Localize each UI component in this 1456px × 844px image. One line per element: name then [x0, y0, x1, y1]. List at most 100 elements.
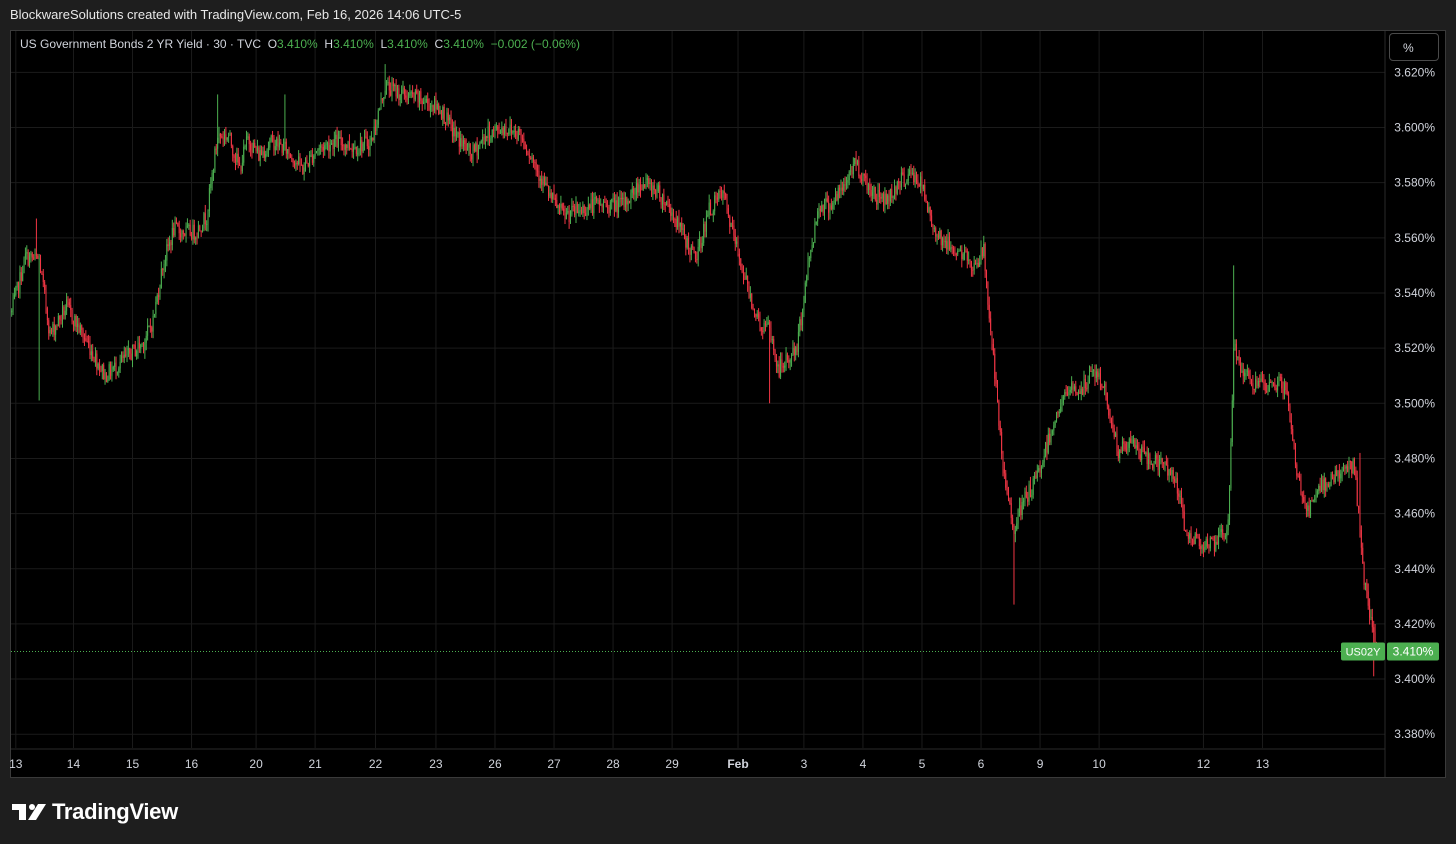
candle-body — [83, 337, 85, 339]
candle-body — [1230, 442, 1232, 489]
candle-body — [1058, 411, 1060, 414]
candle-body — [678, 217, 680, 227]
candle-body — [1316, 491, 1318, 497]
candle-body — [667, 201, 669, 205]
candle-body — [438, 103, 440, 114]
candle-body — [1286, 390, 1288, 395]
candle-body — [288, 149, 290, 155]
candle-body — [548, 185, 550, 197]
candle-body — [767, 322, 769, 325]
candle-body — [1257, 380, 1259, 387]
candle-body — [1156, 455, 1158, 460]
candle-body — [294, 163, 296, 166]
candle-body — [1152, 463, 1154, 469]
candle-body — [1264, 383, 1266, 391]
candle-body — [845, 182, 847, 186]
candle-body — [1226, 530, 1228, 537]
candle-body — [309, 155, 311, 167]
candle-body — [192, 224, 194, 240]
candle-body — [273, 136, 275, 151]
candle-body — [339, 136, 341, 138]
candle-body — [642, 184, 644, 190]
candle-body — [582, 205, 584, 214]
candle-body — [434, 98, 436, 111]
candle-body — [259, 150, 261, 161]
candle-body — [688, 238, 690, 250]
candle-body — [852, 164, 854, 175]
candle-body — [222, 137, 224, 140]
candle-body — [377, 110, 379, 125]
candle-body — [565, 212, 567, 220]
candle-body — [1069, 389, 1071, 393]
candle-body — [1333, 477, 1335, 483]
candle-body — [896, 181, 898, 194]
candle-body — [208, 188, 210, 211]
candle-body — [1121, 441, 1123, 452]
candle-body — [56, 326, 58, 328]
candle-body — [1249, 376, 1251, 380]
candle-body — [854, 157, 856, 165]
candle-body — [1322, 479, 1324, 491]
candle-body — [833, 199, 835, 204]
candle-body — [276, 138, 278, 147]
candle-body — [435, 98, 437, 110]
candle-body — [1283, 382, 1285, 394]
percent-scale-button[interactable]: % — [1389, 33, 1439, 61]
tradingview-logo[interactable]: TradingView — [12, 798, 178, 826]
candle-body — [598, 200, 600, 206]
candle-body — [281, 144, 283, 153]
candle-body — [1241, 370, 1243, 372]
candle-body — [737, 241, 739, 254]
candle-body — [532, 157, 534, 162]
candle-body — [696, 259, 698, 261]
candle-body — [968, 259, 970, 261]
candle-body — [1104, 383, 1106, 388]
candle-body — [138, 342, 140, 349]
candle-body — [580, 210, 582, 214]
candle-body — [1061, 402, 1063, 407]
candle-body — [1338, 470, 1340, 479]
candle-body — [867, 184, 869, 191]
candle-body — [839, 187, 841, 191]
candle-body — [1160, 458, 1162, 460]
candle-body — [1183, 511, 1185, 531]
candle-body — [237, 153, 239, 163]
candle-body — [685, 236, 687, 248]
candle-body — [200, 230, 202, 233]
candle-body — [848, 171, 850, 181]
candle-body — [1340, 473, 1342, 479]
candle-body — [1083, 378, 1085, 395]
candle-body — [802, 309, 804, 326]
candle-body — [586, 209, 588, 216]
candle-body — [305, 160, 307, 168]
candle-body — [597, 200, 599, 202]
candle-body — [902, 172, 904, 175]
y-axis-tick-label: 3.400% — [1394, 672, 1435, 686]
candle-body — [1198, 537, 1200, 547]
candle-body — [199, 225, 201, 231]
candle-body — [107, 379, 109, 383]
candle-body — [915, 175, 917, 181]
candle-body — [855, 157, 857, 165]
candle-body — [189, 224, 191, 236]
candle-body — [1360, 529, 1362, 548]
candle-body — [1341, 471, 1343, 474]
candle-body — [509, 124, 511, 133]
candle-body — [1040, 466, 1042, 473]
candle-body — [283, 143, 285, 153]
candle-body — [773, 339, 775, 351]
candle-body — [1016, 523, 1018, 531]
candle-body — [645, 179, 647, 188]
candle-body — [358, 150, 360, 154]
candle-body — [364, 136, 366, 144]
candle-body — [1018, 505, 1020, 510]
candle-body — [1293, 440, 1295, 445]
candle-body — [813, 242, 815, 245]
candle-body — [398, 88, 400, 100]
candle-body — [918, 184, 920, 187]
candle-body — [178, 226, 180, 234]
candle-body — [1318, 485, 1320, 492]
candle-body — [708, 202, 710, 216]
candlestick-chart[interactable]: 3.380% 3.400% 3.420% 3.440% 3.460% 3.480% 3.50… — [0, 0, 1456, 844]
candle-body — [1268, 381, 1270, 392]
